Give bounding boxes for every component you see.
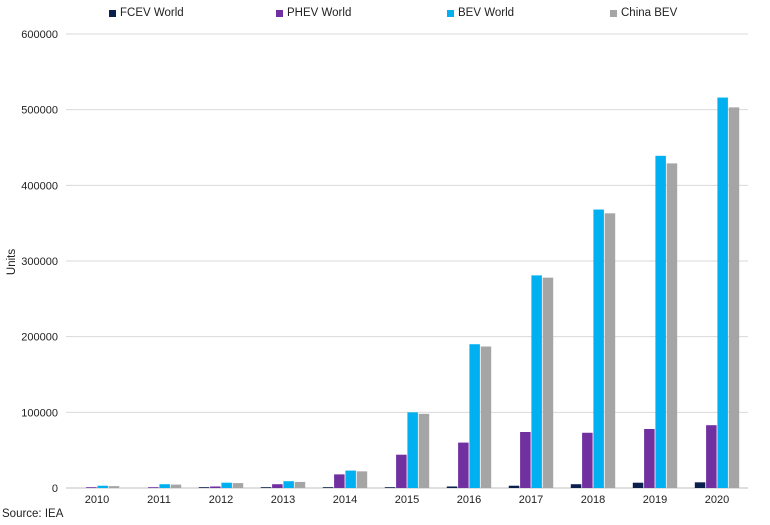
y-tick-label: 0	[52, 483, 58, 495]
bar-fcev-world-2016	[446, 486, 458, 488]
bar-phev-world-2016	[458, 442, 469, 488]
bar-bev-world-2012	[221, 482, 232, 488]
bar-phev-world-2014	[334, 474, 345, 488]
y-tick-label: 500000	[21, 105, 58, 117]
x-tick-label: 2016	[457, 494, 481, 506]
bar-fcev-world-2018	[570, 484, 582, 488]
bar-china-bev-2016	[480, 346, 492, 488]
x-tick-label: 2015	[395, 494, 419, 506]
bar-bev-world-2015	[407, 412, 418, 488]
bar-fcev-world-2017	[508, 485, 520, 488]
bar-bev-world-2014	[345, 470, 356, 488]
bar-phev-world-2013	[272, 484, 283, 488]
bar-phev-world-2017	[520, 432, 531, 488]
bar-phev-world-2011	[148, 487, 159, 488]
bar-bev-world-2019	[655, 155, 666, 488]
bar-phev-world-2018	[582, 432, 593, 488]
bar-phev-world-2019	[644, 428, 655, 488]
bar-fcev-world-2012	[198, 487, 210, 488]
bar-bev-world-2013	[283, 481, 294, 488]
x-tick-labels: 2010 2011 2012 2013 2014 2015 2016 2017 2018 2019…	[85, 494, 729, 506]
bar-phev-world-2015	[396, 454, 407, 488]
bar-china-bev-2012	[232, 483, 244, 488]
y-tick-label: 600000	[21, 29, 58, 41]
x-tick-label: 2011	[147, 494, 171, 506]
bar-china-bev-2018	[604, 213, 616, 488]
x-tick-label: 2019	[643, 494, 667, 506]
x-tick-label: 2012	[209, 494, 233, 506]
bar-bev-world-2020	[717, 97, 728, 488]
x-tick-label: 2010	[85, 494, 109, 506]
bar-china-bev-2013	[294, 481, 306, 488]
bar-china-bev-2014	[356, 471, 368, 488]
bar-fcev-world-2019	[632, 482, 644, 488]
bar-bev-world-2010	[97, 485, 108, 488]
y-tick-label: 300000	[21, 256, 58, 268]
gridlines	[66, 33, 748, 489]
bar-phev-world-2010	[86, 487, 97, 488]
bar-china-bev-2015	[418, 413, 430, 488]
bar-china-bev-2019	[666, 163, 678, 488]
bar-fcev-world-2013	[260, 487, 272, 488]
source-note: Source: IEA	[2, 508, 64, 520]
bar-china-bev-2017	[542, 277, 554, 488]
bars	[86, 97, 740, 488]
x-tick-label: 2014	[333, 494, 357, 506]
bar-china-bev-2020	[728, 107, 740, 488]
bar-china-bev-2010	[108, 486, 120, 488]
bar-bev-world-2011	[159, 484, 170, 488]
bar-bev-world-2017	[531, 275, 542, 488]
bar-fcev-world-2020	[694, 482, 706, 488]
bar-bev-world-2016	[469, 344, 480, 488]
x-tick-label: 2017	[519, 494, 543, 506]
bar-bev-world-2018	[593, 209, 604, 488]
y-tick-label: 400000	[21, 180, 58, 192]
x-tick-label: 2020	[705, 494, 729, 506]
y-tick-label: 100000	[21, 407, 58, 419]
bar-china-bev-2011	[170, 484, 182, 488]
bar-fcev-world-2014	[322, 487, 334, 488]
bar-fcev-world-2015	[384, 487, 396, 488]
x-tick-label: 2018	[581, 494, 605, 506]
x-tick-label: 2013	[271, 494, 295, 506]
y-tick-label: 200000	[21, 332, 58, 344]
y-tick-labels: 0 100000 200000 300000 400000 500000 600000	[21, 29, 58, 495]
bar-phev-world-2012	[210, 486, 221, 488]
bar-phev-world-2020	[706, 425, 717, 488]
bar-chart: 0 100000 200000 300000 400000 500000 600000 20…	[21, 29, 748, 506]
